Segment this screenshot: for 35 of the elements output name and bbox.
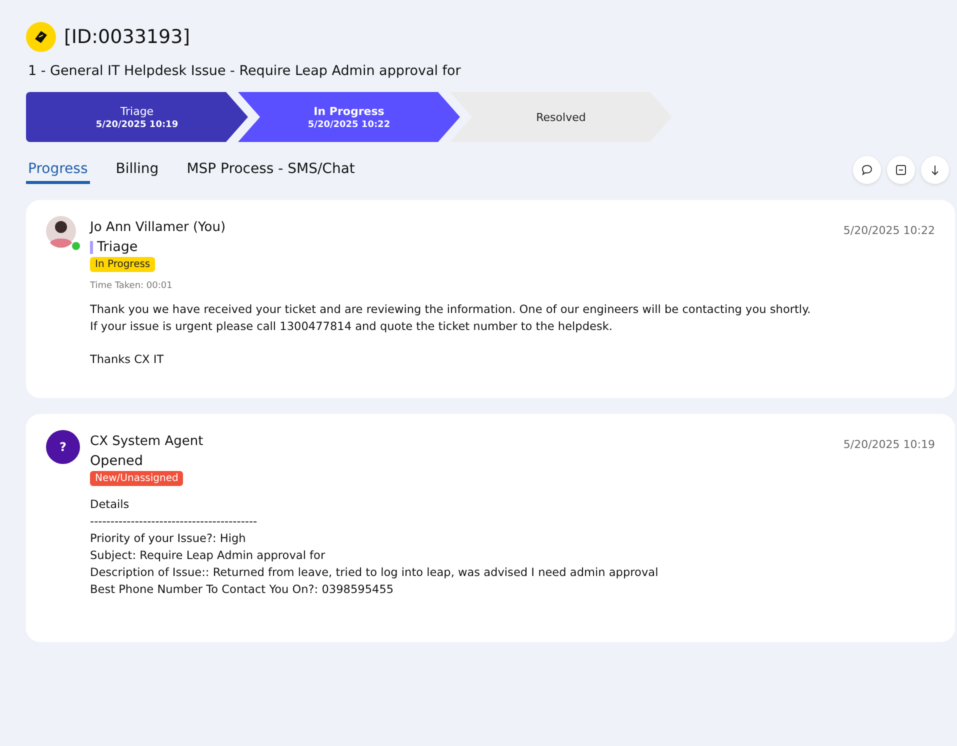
author-name: CX System Agent xyxy=(90,434,204,451)
message-text: Details xyxy=(90,497,130,513)
avatar-silhouette xyxy=(46,216,76,250)
message-text: Best Phone Number To Contact You On?: 0398595455 xyxy=(90,582,395,598)
stage-name: Triage xyxy=(97,239,138,255)
timestamp: 5/20/2025 10:19 xyxy=(843,438,935,451)
message-text: Subject: Require Leap Admin approval for xyxy=(90,548,326,564)
ticket-icon xyxy=(26,22,56,52)
collapse-button[interactable] xyxy=(887,156,915,184)
avatar-initial: ? xyxy=(46,430,80,464)
speech-bubble-icon xyxy=(861,164,873,176)
down-arrow-icon xyxy=(929,164,941,176)
tab[interactable]: MSP Process - SMS/Chat xyxy=(184,157,357,184)
stage-step: Triage 5/20/2025 10:19 xyxy=(26,92,248,142)
stage-name: Opened xyxy=(90,453,143,469)
timestamp: 5/20/2025 10:22 xyxy=(843,224,935,237)
message-text: ----------------------------------------- xyxy=(90,514,258,530)
message-text: Thank you we have received your ticket and are reviewing the information. One of our engineers will be contacting you shortly. xyxy=(90,302,811,318)
stage-step: Resolved xyxy=(450,92,672,142)
message-text: Description of Issue:: Returned from leave, tried to log into leap, was advised I need admin approval xyxy=(90,565,658,581)
minus-square-icon xyxy=(895,164,907,176)
time-taken: Time Taken: 00:01 xyxy=(90,281,172,291)
tab[interactable]: Progress xyxy=(26,157,90,184)
comment-button[interactable] xyxy=(853,156,881,184)
stage-step: In Progress 5/20/2025 10:22 xyxy=(238,92,460,142)
message-text: If your issue is urgent please call 1300477814 and quote the ticket number to the helpdesk. xyxy=(90,319,614,335)
author-name: Jo Ann Villamer (You) xyxy=(90,220,226,237)
status-badge: New/Unassigned xyxy=(90,471,184,486)
message-text: Priority of your Issue?: High xyxy=(90,531,247,547)
tab[interactable]: Billing xyxy=(114,157,161,184)
download-button[interactable] xyxy=(921,156,949,184)
status-badge: In Progress xyxy=(90,257,156,272)
ticket-id: [ID:0033193] xyxy=(64,26,190,48)
message-text: Thanks CX IT xyxy=(90,352,165,368)
ticket-title: 1 - General IT Helpdesk Issue - Require Leap Admin approval for xyxy=(28,63,462,79)
